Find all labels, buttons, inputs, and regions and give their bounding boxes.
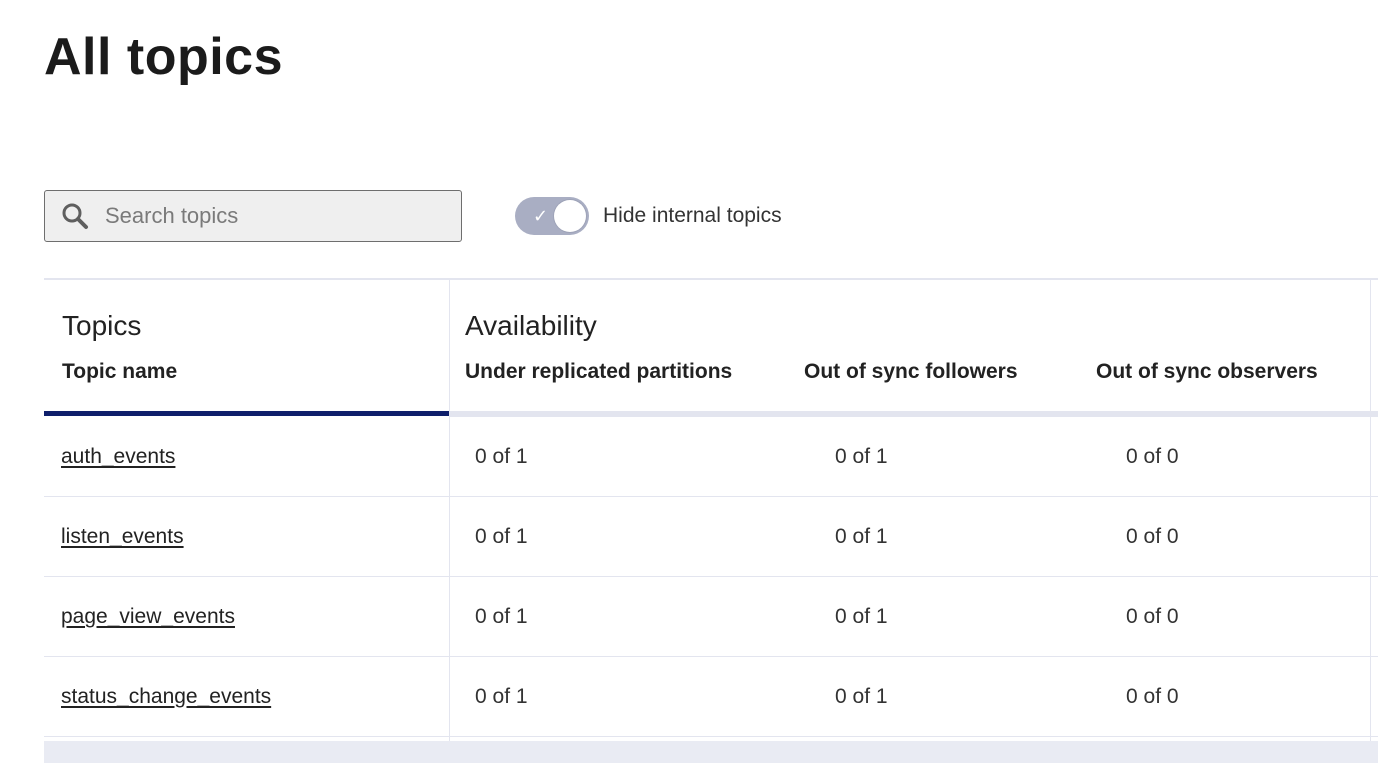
hide-internal-topics-toggle[interactable]: ✓ — [515, 197, 589, 235]
table-footer — [44, 741, 1378, 763]
table-row: status_change_events 0 of 1 0 of 1 0 of … — [44, 657, 1378, 737]
search-input[interactable] — [103, 195, 447, 237]
out-of-sync-followers-cell: 0 of 1 — [835, 605, 888, 628]
search-icon — [59, 200, 91, 232]
out-of-sync-followers-cell: 0 of 1 — [835, 685, 888, 708]
out-of-sync-observers-cell: 0 of 0 — [1126, 445, 1179, 468]
topic-name-cell: auth_events — [61, 417, 175, 497]
search-box[interactable] — [44, 190, 462, 242]
topic-name-cell: listen_events — [61, 497, 184, 577]
topic-link[interactable]: page_view_events — [61, 605, 235, 628]
table-header: Topics Availability Topic name Under rep… — [44, 280, 1378, 417]
table-row: listen_events 0 of 1 0 of 1 0 of 0 — [44, 497, 1378, 577]
under-replicated-cell: 0 of 1 — [475, 685, 528, 708]
under-replicated-cell: 0 of 1 — [475, 525, 528, 548]
topics-table: Topics Availability Topic name Under rep… — [44, 278, 1378, 768]
group-title-availability: Availability — [465, 310, 597, 341]
out-of-sync-followers-cell: 0 of 1 — [835, 525, 888, 548]
topic-name-cell: page_view_events — [61, 577, 235, 657]
topic-name-cell: status_change_events — [61, 657, 271, 737]
table-row: page_view_events 0 of 1 0 of 1 0 of 0 — [44, 577, 1378, 657]
header-divider-right — [1370, 280, 1371, 414]
out-of-sync-followers-cell: 0 of 1 — [835, 445, 888, 468]
topic-link[interactable]: status_change_events — [61, 685, 271, 708]
column-header-topic-name[interactable]: Topic name — [62, 360, 177, 384]
out-of-sync-observers-cell: 0 of 0 — [1126, 685, 1179, 708]
header-divider — [449, 280, 450, 414]
out-of-sync-observers-cell: 0 of 0 — [1126, 605, 1179, 628]
topic-link[interactable]: auth_events — [61, 445, 175, 468]
under-replicated-cell: 0 of 1 — [475, 445, 528, 468]
page-title: All topics — [44, 28, 284, 86]
toggle-knob — [554, 200, 586, 232]
group-title-topics: Topics — [62, 310, 142, 341]
check-icon: ✓ — [533, 206, 549, 226]
toggle-label: Hide internal topics — [603, 204, 782, 227]
sort-indicator — [44, 411, 449, 416]
out-of-sync-observers-cell: 0 of 0 — [1126, 525, 1179, 548]
hide-internal-topics-toggle-group: ✓ Hide internal topics — [515, 197, 782, 235]
under-replicated-cell: 0 of 1 — [475, 605, 528, 628]
column-header-out-of-sync-observers[interactable]: Out of sync observers — [1096, 360, 1318, 384]
column-header-out-of-sync-followers[interactable]: Out of sync followers — [804, 360, 1018, 384]
topic-link[interactable]: listen_events — [61, 525, 184, 548]
table-row: auth_events 0 of 1 0 of 1 0 of 0 — [44, 417, 1378, 497]
table-body: auth_events 0 of 1 0 of 1 0 of 0 listen_… — [44, 417, 1378, 737]
column-header-under-replicated[interactable]: Under replicated partitions — [465, 360, 732, 384]
